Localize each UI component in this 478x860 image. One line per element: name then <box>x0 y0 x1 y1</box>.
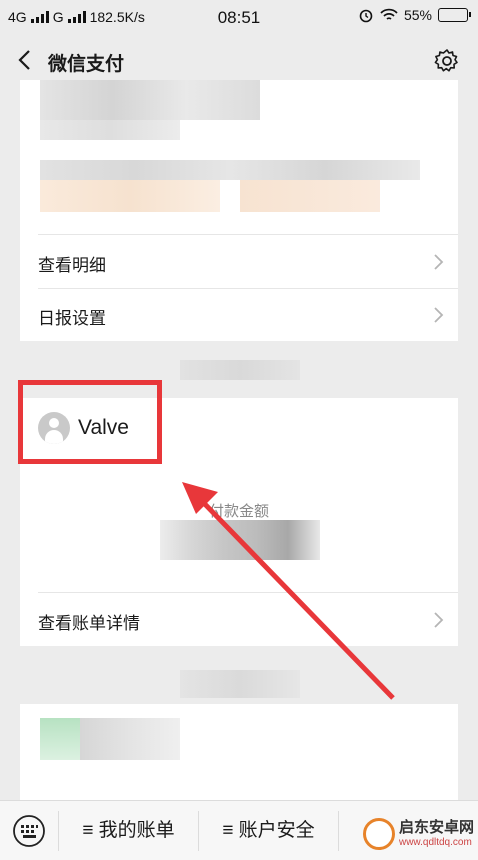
payment-amount-label: 付款金额 <box>208 503 269 520</box>
tab-my-bills[interactable]: ≡ 我的账单 <box>58 810 198 851</box>
daily-report-card: 查看明细 日报设置 <box>20 80 458 341</box>
battery-percent: 55% <box>403 7 432 23</box>
nav-bar: 微信支付 <box>0 36 478 86</box>
blurred-timestamp <box>180 360 300 380</box>
blurred-amount <box>160 520 320 560</box>
watermark-url: www.qdltdq.com <box>398 836 472 848</box>
wifi-icon <box>380 8 398 20</box>
blurred-content <box>80 718 180 760</box>
chevron-left-icon[interactable] <box>14 48 38 72</box>
view-details-label: 查看明细 <box>38 256 106 275</box>
chevron-right-icon <box>434 307 444 323</box>
report-settings-row[interactable]: 日报设置 <box>20 288 458 342</box>
alarm-icon <box>359 9 373 23</box>
page-title: 微信支付 <box>48 54 125 75</box>
watermark: 启东安卓网 www.qdltdq.com <box>362 818 474 850</box>
status-right: 55% <box>358 7 471 23</box>
highlight-box <box>18 380 162 464</box>
blurred-timestamp <box>180 670 300 698</box>
blurred-content <box>40 180 220 212</box>
watermark-name: 启东安卓网 <box>398 819 474 837</box>
blurred-content <box>40 160 420 180</box>
tab-account-security[interactable]: ≡ 账户安全 <box>198 810 338 851</box>
status-bar: 4G G 182.5K/s 08:51 55% <box>0 0 478 36</box>
next-message-card <box>20 704 458 800</box>
chevron-right-icon <box>434 254 444 270</box>
blurred-content <box>40 718 80 760</box>
chevron-right-icon <box>434 612 444 628</box>
watermark-text: 启东安卓网 www.qdltdq.com <box>399 820 474 848</box>
watermark-logo-icon <box>362 818 395 850</box>
blurred-content <box>240 180 380 212</box>
bill-detail-row[interactable]: 查看账单详情 <box>20 593 458 647</box>
blurred-content <box>40 80 260 120</box>
battery-icon <box>438 8 471 22</box>
blurred-content <box>40 120 180 140</box>
keyboard-toggle[interactable] <box>0 814 58 848</box>
report-settings-label: 日报设置 <box>38 309 106 328</box>
gear-icon[interactable] <box>434 48 460 74</box>
view-details-row[interactable]: 查看明细 <box>20 235 458 289</box>
bill-detail-label: 查看账单详情 <box>38 614 140 633</box>
keyboard-icon <box>13 814 45 847</box>
